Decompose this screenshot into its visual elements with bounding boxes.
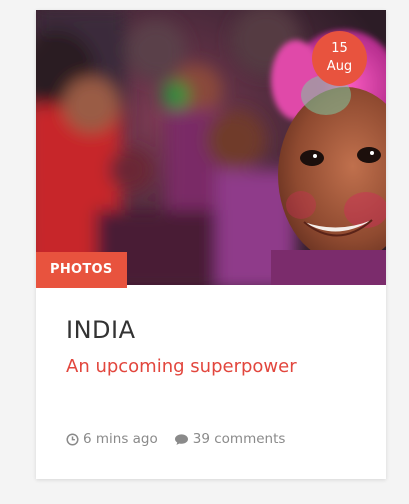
post-subtitle: An upcoming superpower — [66, 356, 297, 377]
date-badge: 15 Aug — [312, 31, 367, 86]
post-meta: 6 mins ago 39 comments — [66, 431, 285, 447]
date-day: 15 — [331, 41, 348, 56]
category-tag[interactable]: PHOTOS — [36, 252, 127, 288]
post-card[interactable]: 15 Aug PHOTOS INDIA An upcoming superpow… — [36, 10, 386, 479]
clock-icon — [66, 432, 79, 446]
date-month: Aug — [326, 59, 353, 74]
post-title[interactable]: INDIA — [66, 316, 136, 344]
post-time: 6 mins ago — [66, 431, 158, 447]
comment-bubble-icon — [174, 433, 188, 445]
post-comments[interactable]: 39 comments — [174, 431, 286, 447]
post-comments-text[interactable]: 39 comments — [193, 431, 286, 447]
post-time-text: 6 mins ago — [83, 431, 158, 447]
